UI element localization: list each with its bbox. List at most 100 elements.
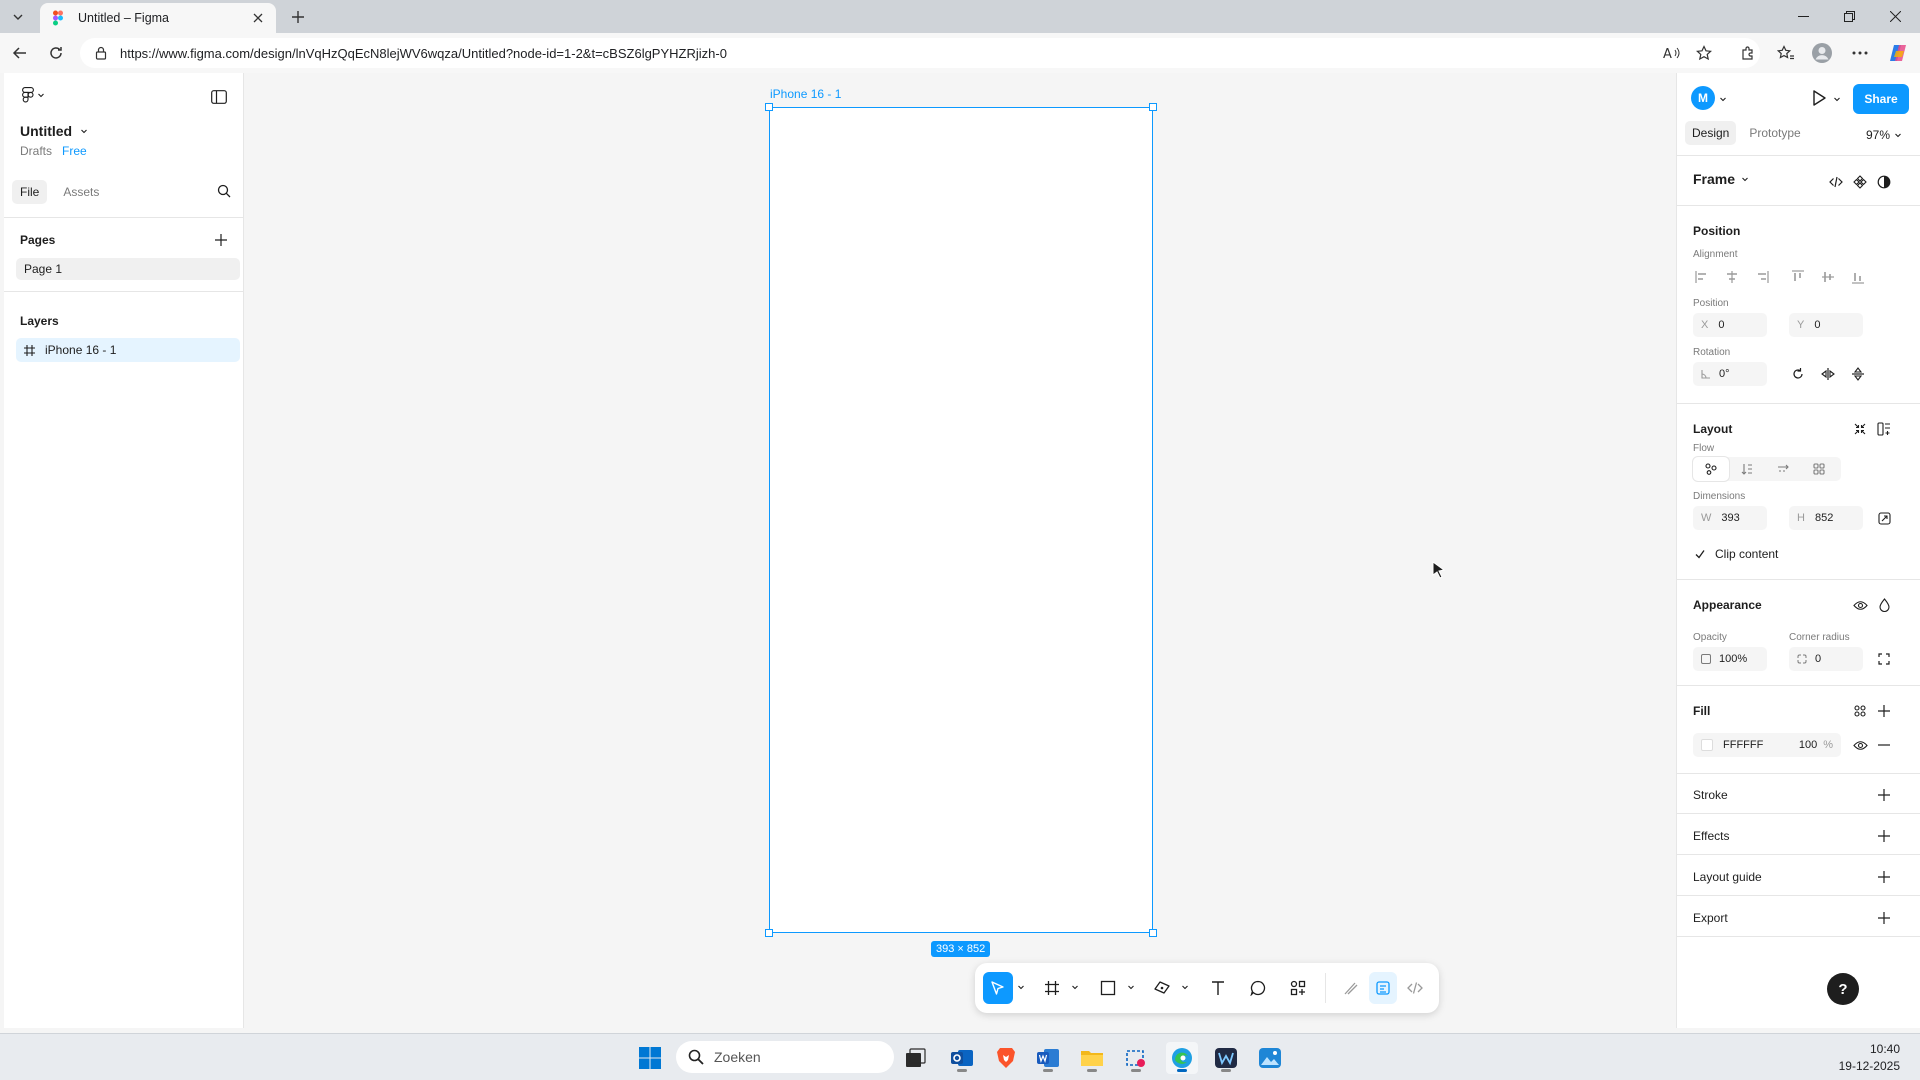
- copilot-button[interactable]: [1886, 41, 1910, 65]
- frame-tool-button[interactable]: [1037, 972, 1067, 1004]
- writer-app[interactable]: [1210, 1042, 1242, 1074]
- snipping-tool-app[interactable]: [1120, 1042, 1152, 1074]
- fit-content-button[interactable]: [1849, 418, 1871, 440]
- move-tool-button[interactable]: [983, 972, 1013, 1004]
- chevron-down-icon[interactable]: [1017, 983, 1025, 991]
- corner-radius-field[interactable]: 0: [1789, 647, 1863, 671]
- file-name-button[interactable]: Untitled: [20, 123, 88, 139]
- add-fill-button[interactable]: [1873, 700, 1895, 722]
- outlook-app[interactable]: [946, 1042, 978, 1074]
- color-swatch[interactable]: [1701, 739, 1713, 751]
- fill-color-field[interactable]: FFFFFF 100 %: [1693, 733, 1841, 757]
- fill-styles-button[interactable]: [1849, 700, 1871, 722]
- brave-app[interactable]: [990, 1042, 1022, 1074]
- system-clock[interactable]: 10:40 19-12-2025: [1839, 1041, 1900, 1075]
- flow-freeform-button[interactable]: [1693, 457, 1729, 481]
- resize-handle-bottom-left[interactable]: [765, 929, 773, 937]
- constrain-proportions-button[interactable]: [1873, 507, 1895, 529]
- start-button[interactable]: [634, 1042, 666, 1074]
- align-left-button[interactable]: [1691, 266, 1713, 288]
- word-app[interactable]: [1032, 1042, 1064, 1074]
- add-auto-layout-button[interactable]: [1873, 418, 1895, 440]
- zoom-dropdown[interactable]: 97%: [1866, 128, 1902, 142]
- flow-grid-button[interactable]: [1801, 457, 1837, 481]
- chevron-down-icon[interactable]: [1719, 95, 1727, 103]
- align-bottom-button[interactable]: [1847, 266, 1869, 288]
- tab-close-button[interactable]: [250, 10, 266, 26]
- frame-label[interactable]: iPhone 16 - 1: [770, 87, 841, 101]
- profile-button[interactable]: [1810, 41, 1834, 65]
- effects-title[interactable]: Effects: [1693, 829, 1729, 843]
- back-button[interactable]: [6, 39, 34, 67]
- toggle-sidebar-button[interactable]: [209, 87, 229, 107]
- remove-fill-button[interactable]: [1873, 734, 1895, 756]
- clip-content-checkbox[interactable]: Clip content: [1693, 547, 1778, 561]
- create-component-button[interactable]: [1849, 171, 1871, 193]
- restore-button[interactable]: [1826, 0, 1872, 33]
- iphone-frame[interactable]: [765, 103, 1157, 937]
- minimize-button[interactable]: [1780, 0, 1826, 33]
- extensions-button[interactable]: [1736, 41, 1760, 65]
- refresh-button[interactable]: [42, 39, 70, 67]
- align-top-button[interactable]: [1787, 266, 1809, 288]
- help-button[interactable]: ?: [1827, 973, 1859, 1005]
- x-position-field[interactable]: X 0: [1693, 313, 1767, 337]
- flow-horizontal-button[interactable]: [1765, 457, 1801, 481]
- actions-tool-button[interactable]: [1283, 972, 1313, 1004]
- plan-badge[interactable]: Free: [62, 144, 87, 158]
- width-field[interactable]: W 393: [1693, 506, 1767, 530]
- pen-tool-button[interactable]: [1147, 972, 1177, 1004]
- layer-item-iphone-16[interactable]: iPhone 16 - 1: [16, 338, 240, 362]
- read-aloud-button[interactable]: A: [1660, 41, 1684, 65]
- flip-horizontal-button[interactable]: [1817, 363, 1839, 385]
- chevron-down-icon[interactable]: [1181, 983, 1189, 991]
- rotate-90-button[interactable]: [1787, 363, 1809, 385]
- rotation-field[interactable]: 0°: [1693, 362, 1767, 386]
- address-bar[interactable]: https://www.figma.com/design/lnVqHzQqEcN…: [80, 38, 1760, 68]
- stroke-title[interactable]: Stroke: [1693, 788, 1728, 802]
- mask-button[interactable]: [1873, 171, 1895, 193]
- dev-mode-button[interactable]: [1401, 972, 1429, 1004]
- tab-design[interactable]: Design: [1685, 121, 1737, 145]
- favorites-button[interactable]: [1774, 41, 1798, 65]
- chevron-down-icon[interactable]: [1127, 983, 1135, 991]
- align-center-h-button[interactable]: [1721, 266, 1743, 288]
- align-right-button[interactable]: [1751, 266, 1773, 288]
- fill-opacity-value[interactable]: 100: [1799, 739, 1817, 751]
- file-location-link[interactable]: Drafts: [20, 144, 52, 158]
- task-view-button[interactable]: [900, 1042, 932, 1074]
- avatar[interactable]: M: [1691, 86, 1715, 110]
- resize-handle-top-right[interactable]: [1149, 103, 1157, 111]
- text-tool-button[interactable]: [1203, 972, 1233, 1004]
- dev-code-button[interactable]: [1825, 171, 1847, 193]
- page-item[interactable]: Page 1: [16, 258, 240, 280]
- tab-assets[interactable]: Assets: [55, 180, 107, 204]
- file-explorer-app[interactable]: [1076, 1042, 1108, 1074]
- taskbar-search[interactable]: Zoeken: [676, 1041, 894, 1073]
- align-center-v-button[interactable]: [1817, 266, 1839, 288]
- toggle-visibility-button[interactable]: [1849, 594, 1871, 616]
- edge-app[interactable]: [1166, 1042, 1198, 1074]
- blend-mode-button[interactable]: [1873, 594, 1895, 616]
- chevron-down-icon[interactable]: [1833, 95, 1841, 103]
- add-export-button[interactable]: [1873, 907, 1895, 929]
- resize-handle-top-left[interactable]: [765, 103, 773, 111]
- design-mode-button[interactable]: [1369, 972, 1397, 1004]
- site-info-icon[interactable]: [94, 46, 108, 60]
- flip-vertical-button[interactable]: [1847, 363, 1869, 385]
- tab-prototype[interactable]: Prototype: [1742, 121, 1807, 145]
- present-play-icon[interactable]: [1811, 89, 1827, 107]
- y-position-field[interactable]: Y 0: [1789, 313, 1863, 337]
- tab-list-button[interactable]: [6, 5, 30, 29]
- draw-mode-button[interactable]: [1337, 972, 1365, 1004]
- add-stroke-button[interactable]: [1873, 784, 1895, 806]
- resize-handle-bottom-right[interactable]: [1149, 929, 1157, 937]
- selection-type-dropdown[interactable]: Frame: [1693, 171, 1749, 187]
- export-title[interactable]: Export: [1693, 911, 1728, 925]
- search-layers-button[interactable]: [217, 184, 231, 198]
- main-menu-button[interactable]: [22, 87, 45, 103]
- new-tab-button[interactable]: [286, 5, 310, 29]
- rectangle-tool-button[interactable]: [1093, 972, 1123, 1004]
- canvas[interactable]: iPhone 16 - 1 393 × 852: [245, 73, 1675, 1028]
- layout-guide-title[interactable]: Layout guide: [1693, 870, 1762, 884]
